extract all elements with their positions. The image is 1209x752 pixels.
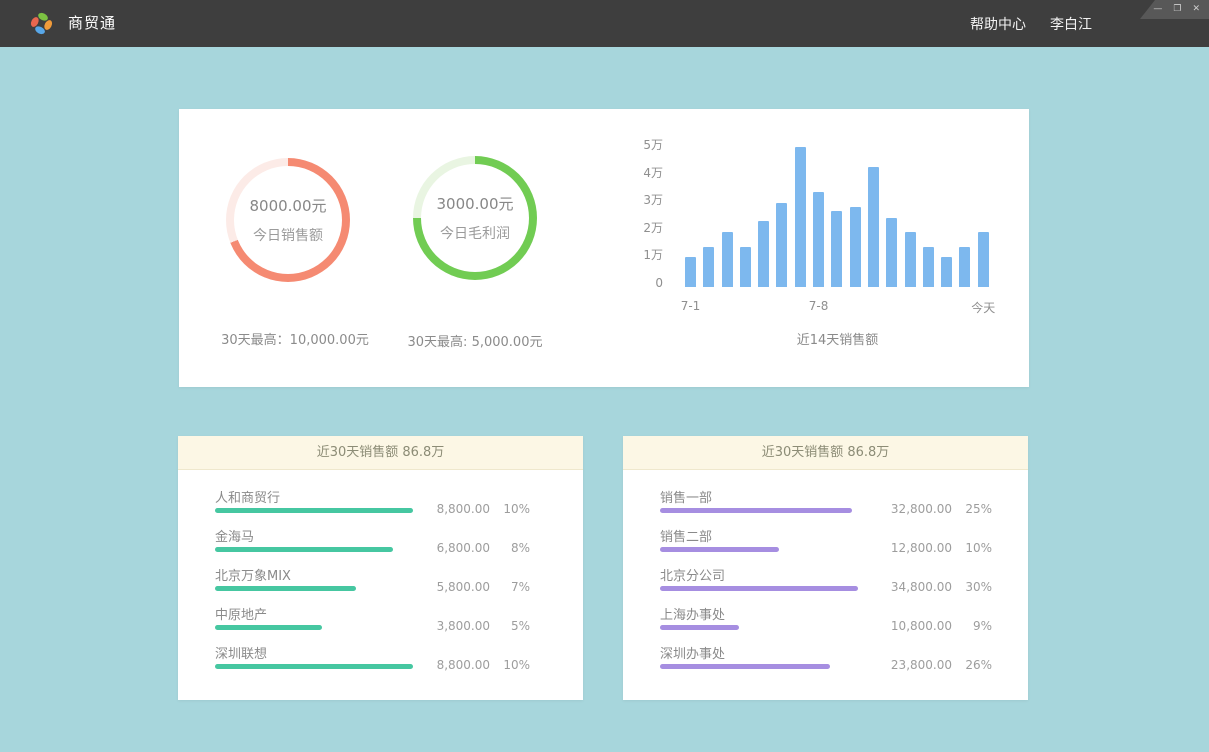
rank-row: 上海办事处10,800.009% (660, 604, 1028, 643)
rank-bar (215, 586, 413, 591)
bar-chart-title: 近14天销售额 (685, 329, 990, 348)
rank-bar (215, 508, 413, 513)
sales-bar (941, 257, 952, 287)
sales-14d-bar-chart (685, 139, 990, 287)
rank-row: 北京万象MIX5,800.007% (215, 565, 583, 604)
rank-item-percent: 25% (962, 502, 992, 516)
rank-item-amount: 8,800.00 (412, 502, 490, 516)
sales-bar (831, 211, 842, 287)
rank-item-amount: 6,800.00 (412, 541, 490, 555)
department-sales-rank-card: 近30天销售额 86.8万 销售一部32,800.0025%销售二部12,800… (623, 436, 1028, 700)
rank-bar (215, 664, 413, 669)
rank-row: 北京分公司34,800.0030% (660, 565, 1028, 604)
rank-item-amount: 10,800.00 (874, 619, 952, 633)
rank-bar (660, 547, 858, 552)
today-sales-donut: 8000.00元 今日销售额 (226, 158, 350, 282)
sales-bar (758, 221, 769, 287)
rank-item-percent: 9% (962, 619, 992, 633)
today-profit-value: 3000.00元 (436, 193, 513, 214)
window-controls: — ❐ ✕ (1140, 0, 1209, 19)
today-sales-label: 今日销售额 (253, 225, 323, 245)
maximize-icon[interactable]: ❐ (1173, 5, 1181, 14)
sales-bar (740, 247, 751, 287)
sales-30d-max: 30天最高：10,000.00元 (200, 329, 390, 348)
rank-item-amount: 3,800.00 (412, 619, 490, 633)
app-title: 商贸通 (68, 0, 116, 47)
x-tick-label: 7-1 (661, 299, 721, 313)
rank-item-percent: 7% (500, 580, 530, 594)
titlebar: 商贸通 帮助中心 李白江 — ❐ ✕ (0, 0, 1209, 47)
department-rank-list: 销售一部32,800.0025%销售二部12,800.0010%北京分公司34,… (623, 470, 1028, 682)
y-tick-label: 2万 (619, 221, 663, 235)
rank-item-percent: 8% (500, 541, 530, 555)
department-rank-title: 近30天销售额 86.8万 (623, 436, 1028, 470)
username-menu[interactable]: 李白江 (1050, 14, 1092, 34)
rank-row: 人和商贸行8,800.0010% (215, 487, 583, 526)
rank-item-percent: 10% (962, 541, 992, 555)
close-icon[interactable]: ✕ (1192, 5, 1200, 14)
rank-item-percent: 5% (500, 619, 530, 633)
customer-rank-title: 近30天销售额 86.8万 (178, 436, 583, 470)
rank-item-percent: 30% (962, 580, 992, 594)
customer-sales-rank-card: 近30天销售额 86.8万 人和商贸行8,800.0010%金海马6,800.0… (178, 436, 583, 700)
today-profit-label: 今日毛利润 (440, 223, 510, 243)
sales-bar (868, 167, 879, 287)
rank-bar (660, 664, 858, 669)
rank-row: 金海马6,800.008% (215, 526, 583, 565)
rank-row: 中原地产3,800.005% (215, 604, 583, 643)
pinwheel-logo-icon (28, 10, 55, 37)
rank-item-percent: 10% (500, 658, 530, 672)
y-tick-label: 1万 (619, 248, 663, 262)
rank-row: 销售一部32,800.0025% (660, 487, 1028, 526)
rank-item-percent: 10% (500, 502, 530, 516)
minimize-icon[interactable]: — (1153, 5, 1162, 14)
rank-item-percent: 26% (962, 658, 992, 672)
rank-row: 销售二部12,800.0010% (660, 526, 1028, 565)
sales-bar (813, 192, 824, 287)
rank-bar (660, 586, 858, 591)
rank-bar (215, 625, 413, 630)
rank-row: 深圳联想8,800.0010% (215, 643, 583, 682)
sales-bar (978, 232, 989, 287)
customer-rank-list: 人和商贸行8,800.0010%金海马6,800.008%北京万象MIX5,80… (178, 470, 583, 682)
rank-item-amount: 8,800.00 (412, 658, 490, 672)
rank-item-amount: 32,800.00 (874, 502, 952, 516)
sales-bar (905, 232, 916, 287)
sales-bar (703, 247, 714, 287)
sales-bar (850, 207, 861, 287)
rank-bar (660, 508, 858, 513)
rank-item-amount: 23,800.00 (874, 658, 952, 672)
rank-item-amount: 5,800.00 (412, 580, 490, 594)
rank-bar (660, 625, 858, 630)
rank-item-amount: 12,800.00 (874, 541, 952, 555)
y-tick-label: 3万 (619, 193, 663, 207)
y-tick-label: 5万 (619, 138, 663, 152)
rank-bar (215, 547, 413, 552)
rank-item-amount: 34,800.00 (874, 580, 952, 594)
sales-bar (722, 232, 733, 287)
y-tick-label: 4万 (619, 166, 663, 180)
today-sales-value: 8000.00元 (249, 195, 326, 216)
profit-30d-max: 30天最高: 5,000.00元 (380, 331, 570, 350)
sales-bar (685, 257, 696, 287)
today-profit-donut: 3000.00元 今日毛利润 (413, 156, 537, 280)
y-tick-label: 0 (619, 276, 663, 290)
x-tick-label: 今天 (953, 299, 1013, 316)
sales-bar (886, 218, 897, 287)
help-center-link[interactable]: 帮助中心 (970, 14, 1026, 34)
sales-bar (959, 247, 970, 287)
x-tick-label: 7-8 (789, 299, 849, 313)
sales-bar (776, 203, 787, 287)
sales-bar (795, 147, 806, 287)
rank-row: 深圳办事处23,800.0026% (660, 643, 1028, 682)
today-summary-card: 8000.00元 今日销售额 30天最高：10,000.00元 3000.00元… (179, 109, 1029, 387)
sales-bar (923, 247, 934, 287)
